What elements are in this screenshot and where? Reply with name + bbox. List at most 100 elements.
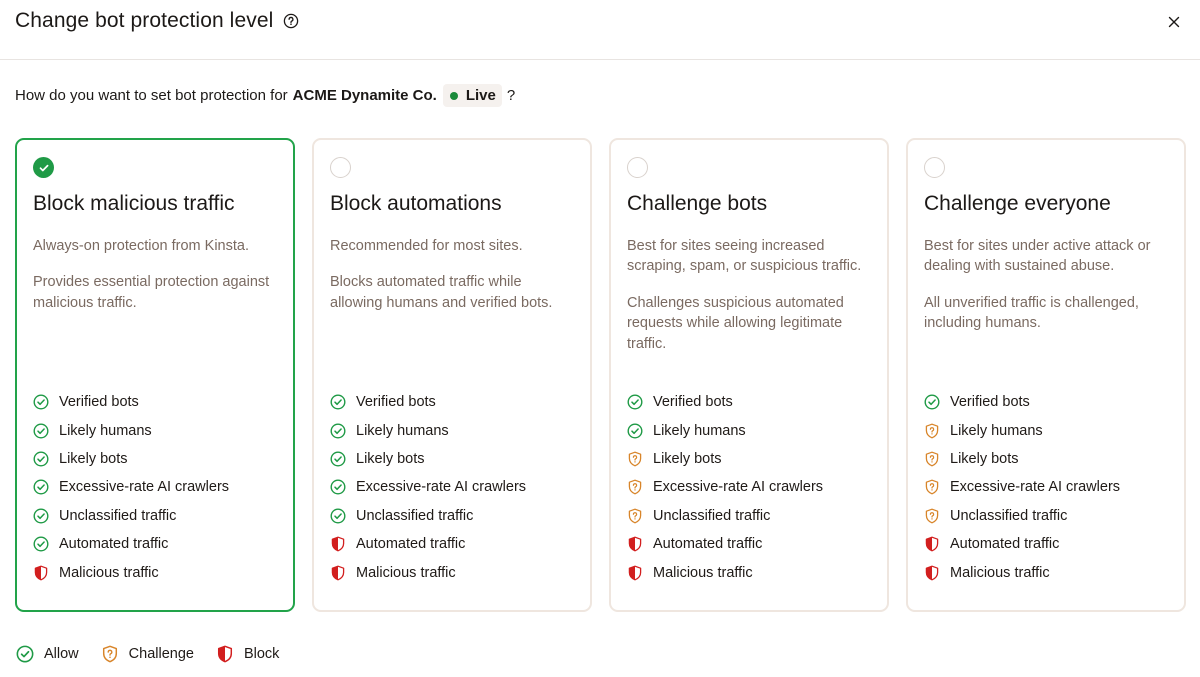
traffic-rule-label: Unclassified traffic	[653, 507, 771, 524]
check-circle-icon	[33, 394, 49, 410]
traffic-rule-item: Automated traffic	[924, 530, 1120, 558]
legend: Allow Challenge Block	[16, 645, 301, 663]
shield-question-icon	[924, 423, 940, 439]
traffic-rule-item: Malicious traffic	[330, 558, 526, 586]
traffic-rule-list: Verified bots Likely humans Likely bots Exc…	[924, 388, 1120, 587]
shield-block-icon	[627, 536, 643, 552]
traffic-rule-item: Excessive-rate AI crawlers	[627, 473, 823, 501]
question-prefix: How do you want to set bot protection fo…	[15, 87, 288, 104]
option-description: Recommended for most sites. Blocks automa…	[330, 236, 575, 313]
traffic-rule-list: Verified bots Likely humans Likely bots Exc…	[330, 388, 526, 587]
option-title: Challenge everyone	[924, 192, 1111, 215]
protection-option-card[interactable]: Challenge bots Best for sites seeing incr…	[609, 138, 889, 612]
description-paragraph: All unverified traffic is challenged, in…	[924, 294, 1139, 332]
shield-block-icon	[627, 565, 643, 581]
protection-option-card[interactable]: Block malicious traffic Always-on protect…	[15, 138, 295, 612]
traffic-rule-label: Excessive-rate AI crawlers	[356, 479, 527, 496]
shield-question-icon	[627, 479, 643, 495]
radio-selected[interactable]	[33, 157, 54, 178]
traffic-rule-label: Automated traffic	[59, 536, 169, 553]
traffic-rule-label: Malicious traffic	[653, 564, 753, 581]
traffic-rule-item: Verified bots	[330, 388, 526, 416]
traffic-rule-item: Excessive-rate AI crawlers	[33, 473, 229, 501]
protection-option-card[interactable]: Challenge everyone Best for sites under a…	[906, 138, 1186, 612]
check-circle-icon	[16, 645, 34, 663]
traffic-rule-label: Likely humans	[653, 422, 746, 439]
legend-item-block: Block	[216, 645, 279, 663]
traffic-rule-item: Unclassified traffic	[33, 502, 229, 530]
traffic-rule-label: Verified bots	[59, 394, 139, 411]
shield-block-icon	[33, 565, 49, 581]
traffic-rule-item: Unclassified traffic	[924, 502, 1120, 530]
traffic-rule-label: Likely humans	[950, 422, 1043, 439]
shield-question-icon	[627, 508, 643, 524]
check-circle-icon	[33, 479, 49, 495]
traffic-rule-label: Automated traffic	[653, 536, 763, 553]
legend-label: Challenge	[128, 646, 194, 662]
environment-label: Live	[465, 87, 496, 104]
check-circle-icon	[330, 451, 346, 467]
traffic-rule-list: Verified bots Likely humans Likely bots Exc…	[33, 388, 229, 587]
site-name: ACME Dynamite Co.	[292, 87, 437, 104]
traffic-rule-label: Automated traffic	[356, 536, 466, 553]
traffic-rule-label: Excessive-rate AI crawlers	[950, 479, 1121, 496]
traffic-rule-item: Excessive-rate AI crawlers	[330, 473, 526, 501]
traffic-rule-label: Malicious traffic	[59, 564, 159, 581]
dialog-title: Change bot protection level	[15, 9, 274, 32]
traffic-rule-item: Automated traffic	[627, 530, 823, 558]
environment-badge: Live	[442, 84, 502, 107]
check-circle-icon	[627, 394, 643, 410]
check-circle-icon	[627, 423, 643, 439]
live-status-dot	[449, 91, 458, 100]
traffic-rule-label: Verified bots	[356, 394, 436, 411]
traffic-rule-label: Unclassified traffic	[356, 507, 474, 524]
protection-option-card[interactable]: Block automations Recommended for most si…	[312, 138, 592, 612]
radio-unselected[interactable]	[924, 157, 945, 178]
traffic-rule-item: Malicious traffic	[924, 558, 1120, 586]
traffic-rule-item: Likely humans	[627, 416, 823, 444]
check-circle-icon	[33, 536, 49, 552]
traffic-rule-label: Verified bots	[950, 394, 1030, 411]
check-circle-icon	[924, 394, 940, 410]
option-description: Always-on protection from Kinsta. Provide…	[33, 236, 278, 313]
shield-block-icon	[330, 565, 346, 581]
traffic-rule-item: Verified bots	[924, 388, 1120, 416]
description-paragraph: Blocks automated traffic while allowing …	[330, 274, 553, 311]
traffic-rule-item: Verified bots	[33, 388, 229, 416]
legend-label: Block	[243, 646, 280, 662]
traffic-rule-item: Malicious traffic	[33, 558, 229, 586]
traffic-rule-item: Unclassified traffic	[330, 502, 526, 530]
traffic-rule-label: Likely bots	[950, 450, 1019, 467]
description-paragraph: Always-on protection from Kinsta.	[33, 238, 249, 254]
close-button[interactable]	[1164, 12, 1184, 32]
description-paragraph: Best for sites seeing increased scraping…	[627, 238, 862, 275]
traffic-rule-label: Automated traffic	[950, 536, 1060, 553]
traffic-rule-label: Likely bots	[653, 450, 722, 467]
legend-item-allow: Allow	[16, 645, 79, 663]
shield-question-icon	[924, 479, 940, 495]
radio-unselected[interactable]	[330, 157, 351, 178]
traffic-rule-item: Likely bots	[627, 445, 823, 473]
description-paragraph: Best for sites under active attack or de…	[924, 238, 1151, 275]
option-description: Best for sites under active attack or de…	[924, 236, 1169, 334]
traffic-rule-label: Likely bots	[59, 450, 128, 467]
option-title: Block automations	[330, 192, 502, 215]
radio-unselected[interactable]	[627, 157, 648, 178]
traffic-rule-label: Verified bots	[653, 394, 733, 411]
shield-question-icon	[924, 508, 940, 524]
option-title: Challenge bots	[627, 192, 768, 215]
description-paragraph: Challenges suspicious automated requests…	[627, 294, 844, 352]
traffic-rule-item: Likely humans	[330, 416, 526, 444]
traffic-rule-item: Likely humans	[924, 416, 1120, 444]
check-circle-icon	[330, 394, 346, 410]
help-circle-icon[interactable]	[283, 13, 299, 29]
legend-label: Allow	[44, 646, 79, 662]
description-paragraph: Provides essential protection against ma…	[33, 274, 270, 311]
traffic-rule-label: Likely bots	[356, 450, 425, 467]
traffic-rule-label: Unclassified traffic	[950, 507, 1068, 524]
protection-question: How do you want to set bot protection fo…	[15, 84, 515, 107]
traffic-rule-item: Verified bots	[627, 388, 823, 416]
close-icon	[1168, 16, 1180, 28]
check-circle-icon	[33, 508, 49, 524]
traffic-rule-item: Malicious traffic	[627, 558, 823, 586]
